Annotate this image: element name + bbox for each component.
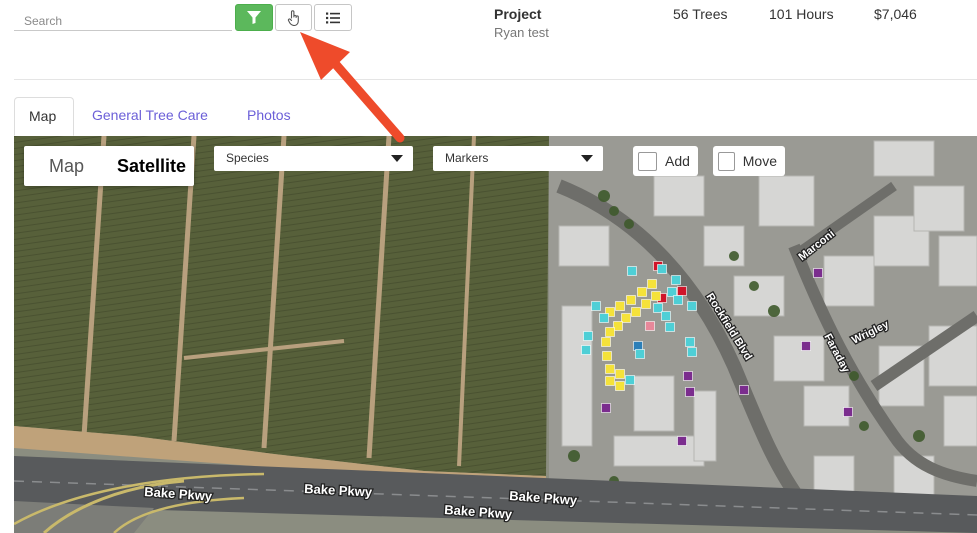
tab-general-tree-care[interactable]: General Tree Care	[78, 97, 222, 136]
tree-marker[interactable]	[601, 337, 611, 347]
species-select[interactable]: Species	[214, 146, 413, 171]
tree-marker[interactable]	[605, 327, 615, 337]
tree-marker[interactable]	[687, 301, 697, 311]
tree-marker[interactable]	[581, 345, 591, 355]
trees-count: 56 Trees	[673, 6, 728, 22]
tree-marker[interactable]	[615, 381, 625, 391]
tree-marker[interactable]	[615, 369, 625, 379]
list-view-button[interactable]	[314, 4, 352, 31]
tree-marker[interactable]	[657, 264, 667, 274]
tree-marker[interactable]	[601, 403, 611, 413]
map-type-control[interactable]: Map Satellite	[24, 146, 194, 186]
tree-marker[interactable]	[621, 313, 631, 323]
tree-marker[interactable]	[671, 275, 681, 285]
tree-marker[interactable]	[633, 341, 643, 351]
map-type-map-button[interactable]: Map	[24, 146, 109, 186]
species-caret-icon	[391, 155, 403, 162]
filter-button[interactable]	[235, 4, 273, 31]
tree-marker[interactable]	[635, 349, 645, 359]
tab-photos[interactable]: Photos	[233, 97, 305, 136]
map-view[interactable]: Bake Pkwy Bake Pkwy Bake Pkwy Bake Pkwy …	[14, 136, 977, 533]
map-type-satellite-button[interactable]: Satellite	[109, 146, 194, 186]
tree-marker[interactable]	[605, 376, 615, 386]
tree-marker[interactable]	[667, 287, 677, 297]
tree-marker[interactable]	[626, 295, 636, 305]
tree-marker[interactable]	[801, 341, 811, 351]
filter-icon	[247, 11, 261, 24]
tree-marker[interactable]	[645, 321, 655, 331]
project-label: Project	[494, 6, 542, 22]
tree-marker[interactable]	[602, 351, 612, 361]
tree-marker[interactable]	[813, 268, 823, 278]
tree-marker[interactable]	[843, 407, 853, 417]
tree-marker[interactable]	[677, 436, 687, 446]
tree-marker[interactable]	[683, 371, 693, 381]
markers-caret-icon	[581, 155, 593, 162]
tree-marker[interactable]	[613, 321, 623, 331]
header-divider	[14, 79, 977, 80]
tree-marker[interactable]	[685, 337, 695, 347]
hand-pointer-icon	[287, 9, 299, 26]
tree-marker[interactable]	[673, 295, 683, 305]
tree-marker[interactable]	[661, 311, 671, 321]
tree-marker[interactable]	[653, 303, 663, 313]
tree-marker[interactable]	[631, 307, 641, 317]
tree-marker[interactable]	[687, 347, 697, 357]
tree-marker[interactable]	[641, 299, 651, 309]
satellite-imagery[interactable]: Bake Pkwy Bake Pkwy Bake Pkwy Bake Pkwy …	[14, 136, 977, 533]
tree-marker[interactable]	[615, 301, 625, 311]
add-checkbox-label: Add	[665, 153, 690, 169]
species-select-label: Species	[226, 151, 269, 165]
tree-marker[interactable]	[583, 331, 593, 341]
tree-marker[interactable]	[685, 387, 695, 397]
move-checkbox[interactable]: Move	[713, 146, 785, 176]
search-input[interactable]	[14, 4, 232, 31]
tree-marker[interactable]	[739, 385, 749, 395]
cost-total: $7,046	[874, 6, 917, 22]
markers-select[interactable]: Markers	[433, 146, 603, 171]
move-checkbox-label: Move	[742, 153, 777, 169]
list-icon	[326, 12, 340, 23]
tree-marker[interactable]	[625, 375, 635, 385]
tree-marker[interactable]	[605, 364, 615, 374]
markers-select-label: Markers	[445, 151, 489, 165]
tree-marker[interactable]	[637, 287, 647, 297]
tree-marker[interactable]	[599, 313, 609, 323]
tab-map[interactable]: Map	[14, 97, 74, 136]
tree-marker[interactable]	[647, 279, 657, 289]
move-checkbox-box[interactable]	[718, 151, 735, 171]
tree-marker[interactable]	[677, 286, 687, 296]
tree-marker[interactable]	[651, 291, 661, 301]
project-name: Ryan test	[494, 25, 549, 40]
add-checkbox-box[interactable]	[638, 151, 657, 171]
tree-marker[interactable]	[665, 322, 675, 332]
add-checkbox[interactable]: Add	[633, 146, 698, 176]
tree-marker[interactable]	[591, 301, 601, 311]
hours-count: 101 Hours	[769, 6, 834, 22]
tree-marker[interactable]	[627, 266, 637, 276]
tap-select-button[interactable]	[275, 4, 312, 31]
